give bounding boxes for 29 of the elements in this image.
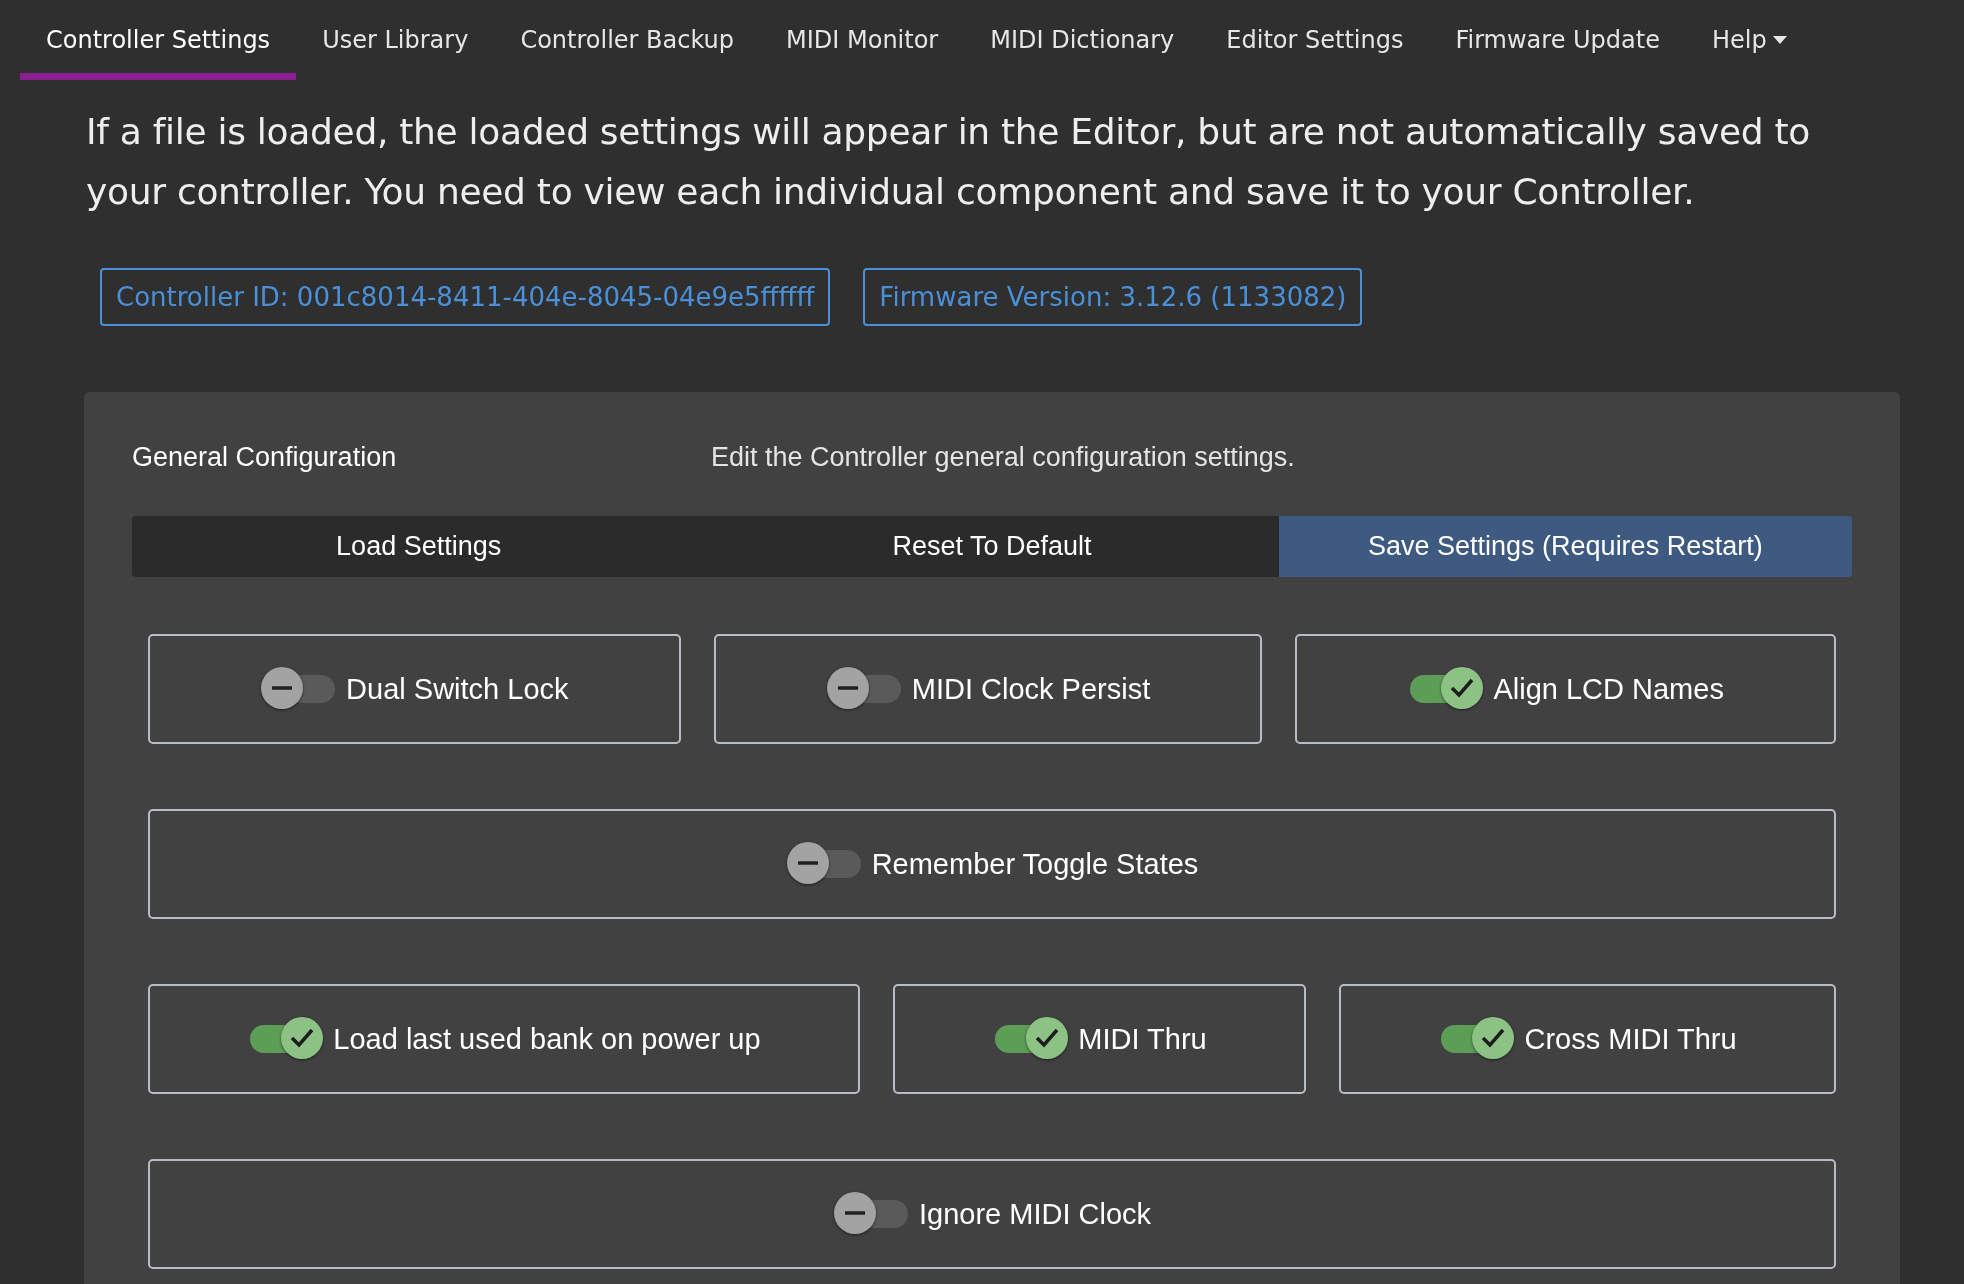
minus-icon <box>837 686 858 690</box>
minus-icon <box>272 686 293 690</box>
section-description: Edit the Controller general configuration settings. <box>711 442 1295 474</box>
action-button[interactable]: Reset To Default <box>705 516 1279 577</box>
info-badge: Controller ID: 001c8014-8411-404e-8045-04e9e5ffffff <box>100 268 831 326</box>
toggle-label: Load last used bank on power up <box>333 1022 761 1056</box>
minus-icon <box>844 1211 865 1215</box>
nav-tab[interactable]: Firmware Update <box>1429 0 1686 80</box>
toggle-label: Align LCD Names <box>1493 672 1724 706</box>
nav-tab[interactable]: Editor Settings <box>1200 0 1430 80</box>
section-title: General Configuration <box>132 442 398 474</box>
toggle-label: Ignore MIDI Clock <box>918 1197 1152 1231</box>
action-button[interactable]: Save Settings (Requires Restart) <box>1278 516 1852 577</box>
nav-tab[interactable]: MIDI Monitor <box>760 0 965 80</box>
action-button[interactable]: Load Settings <box>132 516 706 577</box>
toggle-label: MIDI Thru <box>1078 1022 1207 1056</box>
info-badge: Firmware Version: 3.12.6 (1133082) <box>863 268 1363 326</box>
toggle-label: Cross MIDI Thru <box>1524 1022 1737 1056</box>
caret-icon <box>1772 35 1787 44</box>
nav-tab[interactable]: Controller Backup <box>494 0 761 80</box>
nav-tab[interactable]: User Library <box>296 0 495 80</box>
toggle-label: Remember Toggle States <box>871 847 1199 881</box>
minus-icon <box>797 861 818 865</box>
toggle-label: Dual Switch Lock <box>346 672 569 706</box>
nav-tab[interactable]: Controller Settings <box>20 0 297 80</box>
nav-menu[interactable]: Help <box>1685 0 1813 80</box>
nav-tab[interactable]: MIDI Dictionary <box>964 0 1201 80</box>
toggle-label: MIDI Clock Persist <box>911 672 1151 706</box>
intro-text: If a file is loaded, the loaded settings will appear in the Editor, but are not automatically saved to your controller. You need to view each individual component and save it to your Controller. <box>86 110 1812 214</box>
